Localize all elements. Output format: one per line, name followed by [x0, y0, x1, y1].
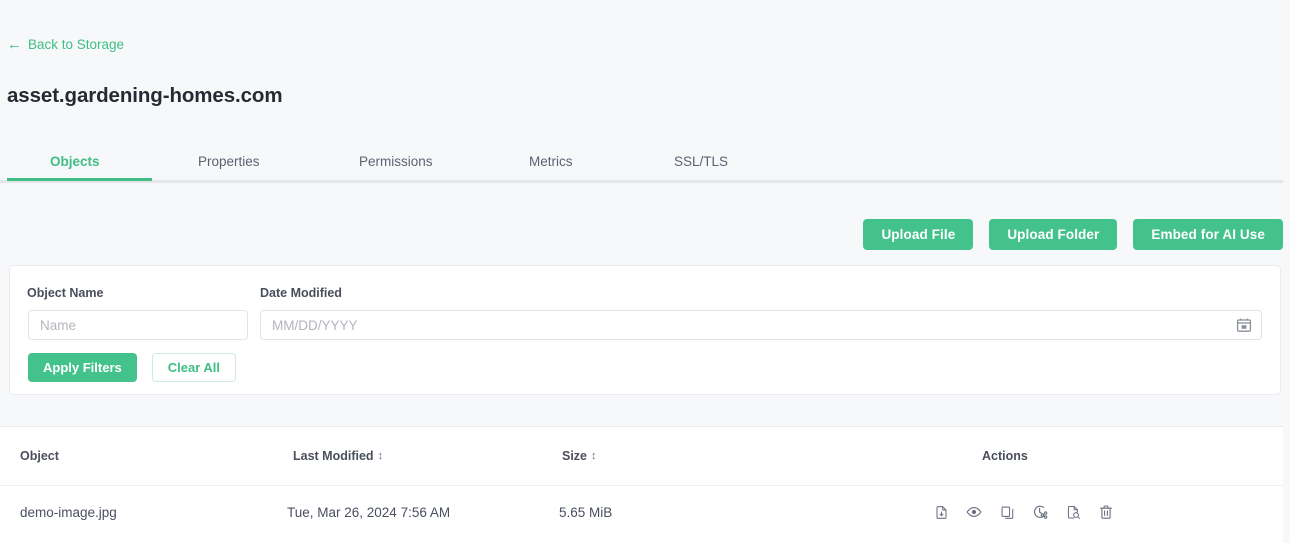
- storage-bucket-page: ← Back to Storage asset.gardening-homes.…: [0, 0, 1290, 543]
- cell-last-modified: Tue, Mar 26, 2024 7:56 AM: [287, 505, 450, 520]
- download-file-icon[interactable]: [929, 500, 953, 524]
- column-header-object-label: Object: [20, 449, 59, 463]
- column-header-last-modified-label: Last Modified: [293, 449, 374, 463]
- sort-arrows-icon: ↕: [378, 451, 384, 462]
- clear-all-button[interactable]: Clear All: [152, 353, 236, 382]
- toolbar-actions: Upload File Upload Folder Embed for AI U…: [863, 219, 1283, 250]
- tab-metrics[interactable]: Metrics: [529, 154, 573, 169]
- tab-ssl-tls[interactable]: SSL/TLS: [674, 154, 728, 169]
- copy-icon[interactable]: [995, 500, 1019, 524]
- tab-permissions[interactable]: Permissions: [359, 154, 433, 169]
- table-row[interactable]: demo-image.jpg Tue, Mar 26, 2024 7:56 AM…: [0, 486, 1283, 543]
- cell-size: 5.65 MiB: [559, 505, 612, 520]
- delete-trash-icon[interactable]: [1094, 500, 1118, 524]
- tab-properties[interactable]: Properties: [198, 154, 260, 169]
- column-header-object: Object: [20, 449, 59, 463]
- active-tab-indicator: [7, 178, 152, 181]
- calendar-icon[interactable]: [1236, 317, 1252, 333]
- apply-filters-button[interactable]: Apply Filters: [28, 353, 137, 382]
- sort-arrows-icon: ↕: [591, 451, 597, 462]
- filter-buttons: Apply Filters Clear All: [28, 353, 236, 382]
- column-header-actions: Actions: [982, 449, 1028, 463]
- arrow-left-icon: ←: [7, 38, 22, 52]
- page-title: asset.gardening-homes.com: [7, 84, 282, 108]
- date-modified-label: Date Modified: [260, 286, 342, 300]
- column-header-size[interactable]: Size ↕: [562, 449, 597, 463]
- upload-file-button[interactable]: Upload File: [863, 219, 973, 250]
- table-header-row: Object Last Modified ↕ Size ↕ Actions: [0, 427, 1283, 486]
- object-name-input[interactable]: [28, 310, 248, 340]
- column-header-actions-label: Actions: [982, 449, 1028, 463]
- tab-objects[interactable]: Objects: [50, 154, 100, 169]
- column-header-size-label: Size: [562, 449, 587, 463]
- column-header-last-modified[interactable]: Last Modified ↕: [293, 449, 383, 463]
- object-name-label: Object Name: [27, 286, 103, 300]
- tab-bar: Objects Properties Permissions Metrics S…: [0, 140, 1283, 183]
- row-actions: [929, 500, 1118, 524]
- upload-folder-button[interactable]: Upload Folder: [989, 219, 1117, 250]
- objects-table: Object Last Modified ↕ Size ↕ Actions de…: [0, 426, 1283, 543]
- cell-object-name: demo-image.jpg: [20, 505, 117, 520]
- preview-eye-icon[interactable]: [962, 500, 986, 524]
- embed-for-ai-use-button[interactable]: Embed for AI Use: [1133, 219, 1283, 250]
- date-modified-input[interactable]: [260, 310, 1262, 340]
- back-to-storage-link[interactable]: ← Back to Storage: [7, 36, 124, 54]
- inspect-file-icon[interactable]: [1061, 500, 1085, 524]
- right-gutter: [1283, 0, 1290, 543]
- share-link-icon[interactable]: [1028, 500, 1052, 524]
- back-to-storage-label: Back to Storage: [28, 36, 124, 54]
